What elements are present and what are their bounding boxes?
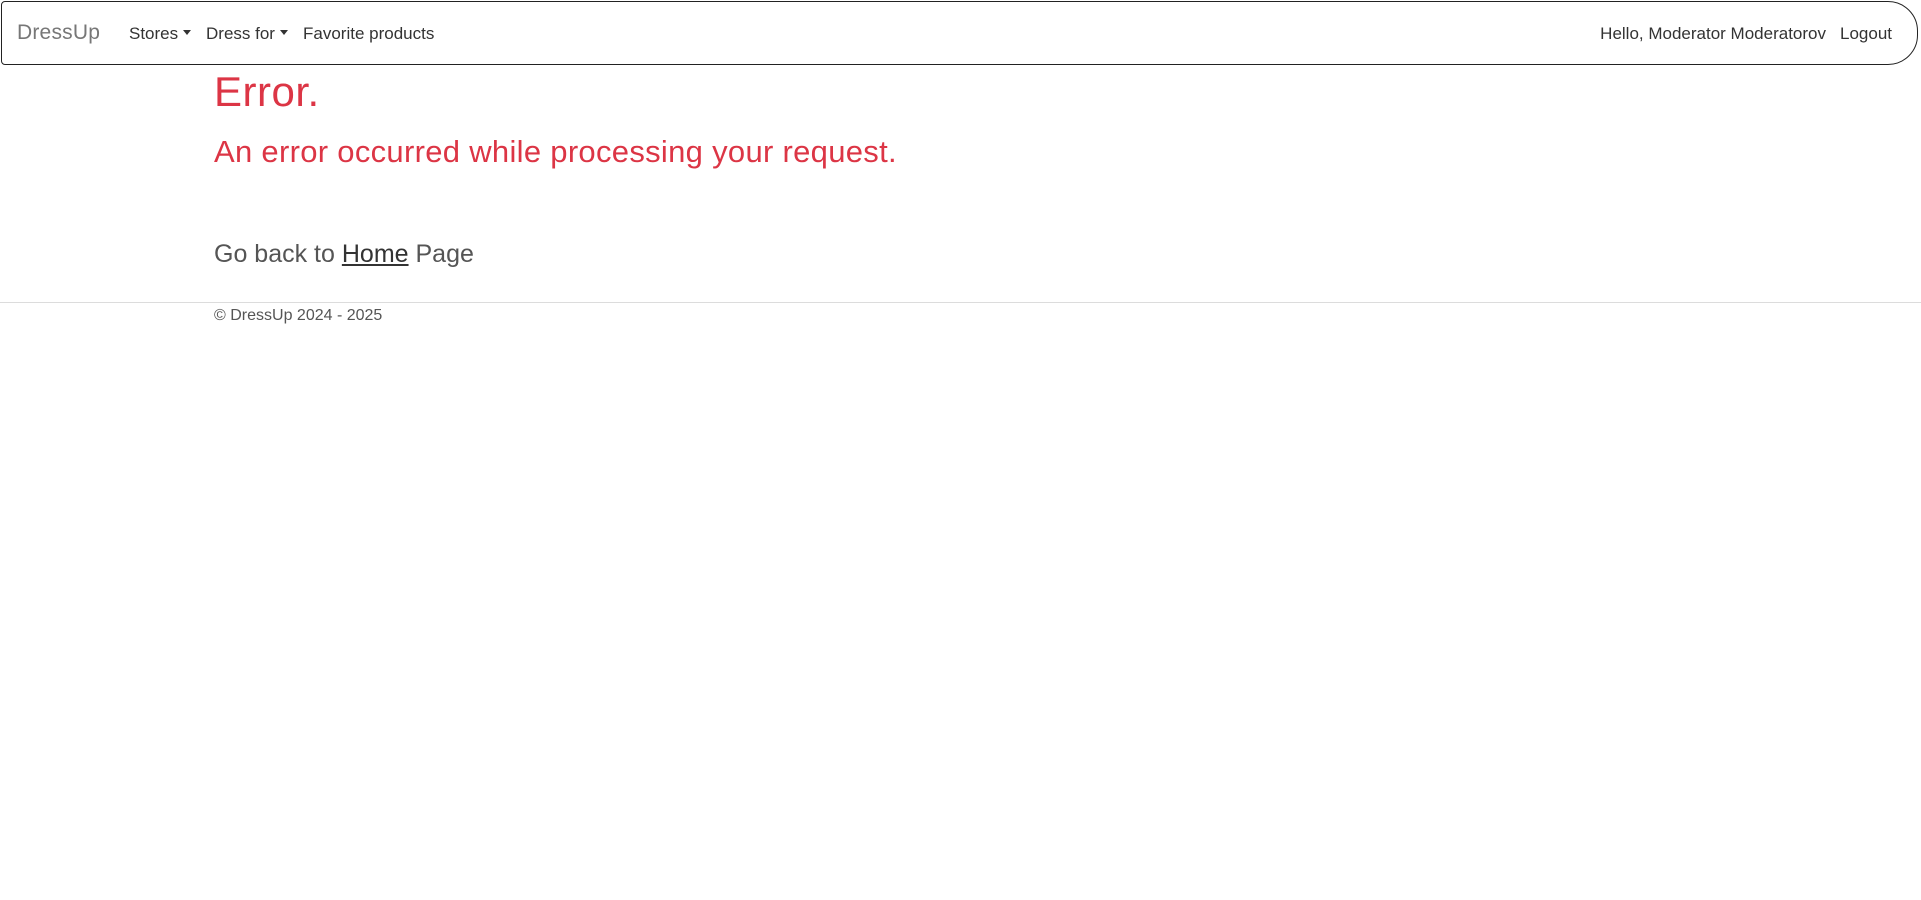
nav-stores-dropdown[interactable]: Stores bbox=[129, 24, 192, 44]
home-link[interactable]: Home bbox=[342, 240, 409, 268]
go-back-prefix: Go back to bbox=[214, 240, 342, 268]
nav-stores-label: Stores bbox=[129, 24, 179, 43]
brand-link[interactable]: DressUp bbox=[17, 21, 100, 45]
nav-dress-for-label: Dress for bbox=[206, 24, 275, 43]
nav-favorite-products[interactable]: Favorite products bbox=[303, 24, 434, 44]
caret-down-icon bbox=[279, 30, 288, 36]
go-back-message: Go back to Home Page bbox=[214, 240, 474, 269]
footer-copyright: © DressUp 2024 - 2025 bbox=[214, 307, 383, 324]
error-title: Error. bbox=[214, 68, 320, 115]
footer-divider bbox=[0, 302, 1921, 303]
logout-button[interactable]: Logout bbox=[1840, 24, 1892, 44]
top-navbar: DressUp Stores Dress for Favorite produc… bbox=[1, 1, 1918, 65]
nav-dress-for-dropdown[interactable]: Dress for bbox=[206, 24, 288, 44]
user-greeting-link[interactable]: Hello, Moderator Moderatorov bbox=[1600, 24, 1826, 44]
go-back-suffix: Page bbox=[408, 240, 474, 268]
caret-down-icon bbox=[183, 30, 192, 36]
error-subtitle: An error occurred while processing your … bbox=[214, 134, 897, 169]
